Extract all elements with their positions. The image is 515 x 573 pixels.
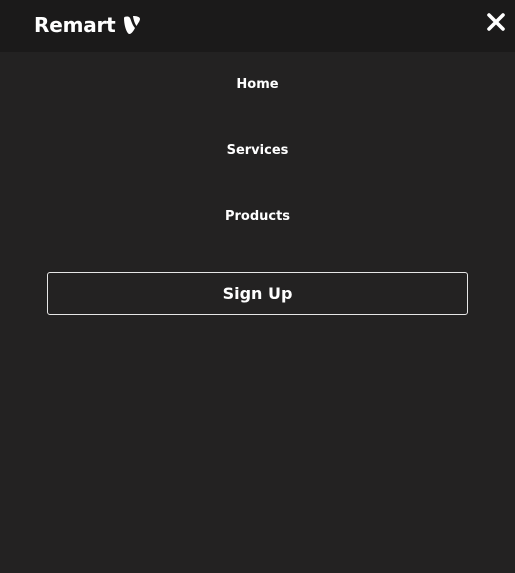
nav-item-home[interactable]: Home [0,76,515,94]
nav-item-services[interactable]: Services [0,142,515,160]
sign-up-button[interactable]: Sign Up [47,272,468,315]
brand[interactable]: Remart [34,11,142,39]
header-bar: Remart [0,0,515,52]
typo3-logo-icon [122,15,142,35]
close-icon [487,13,505,31]
nav-item-products[interactable]: Products [0,208,515,226]
close-button[interactable] [485,11,507,33]
brand-name: Remart [34,13,116,37]
